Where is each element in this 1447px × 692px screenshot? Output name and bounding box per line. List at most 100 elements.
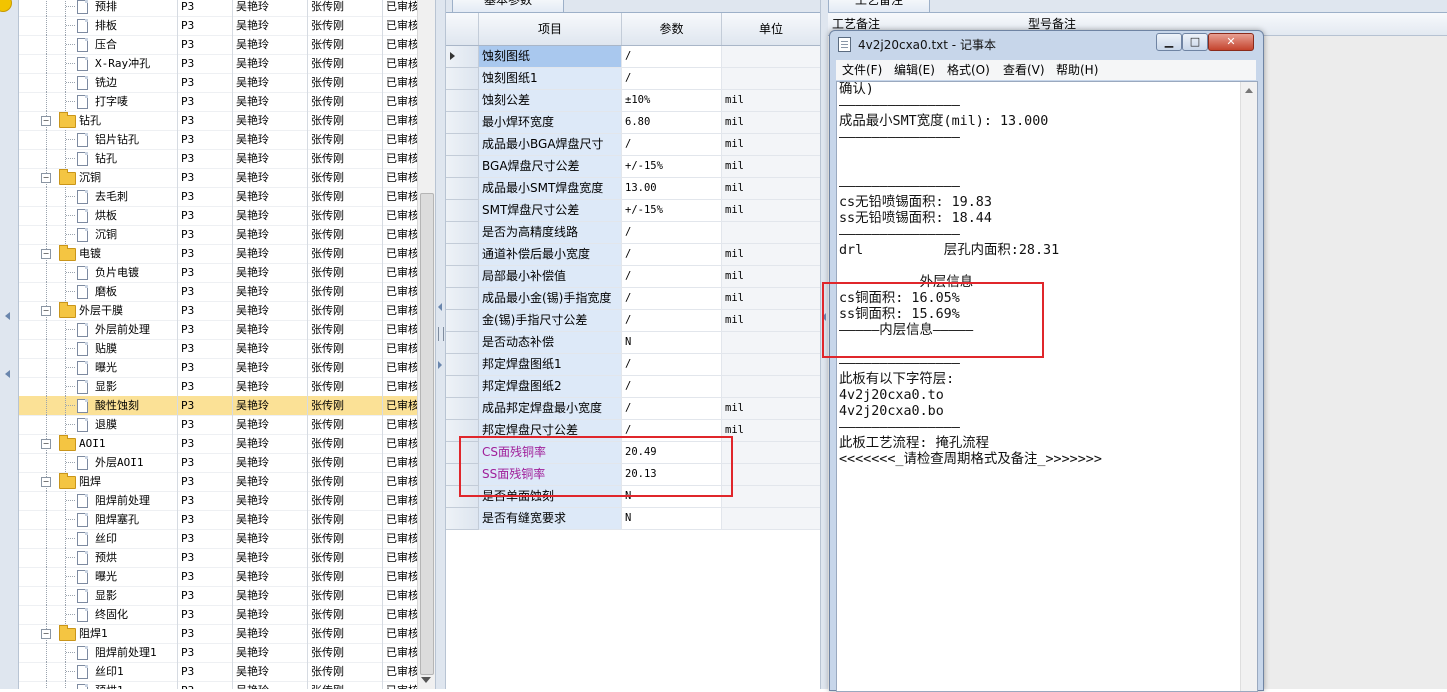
row-selector[interactable] [446, 222, 479, 244]
row-selector[interactable] [446, 288, 479, 310]
param-row[interactable]: 是否为高精度线路 / [446, 222, 821, 244]
param-unit-cell[interactable]: mil [722, 310, 821, 332]
param-item-cell[interactable]: 是否为高精度线路 [479, 222, 622, 244]
param-item-cell[interactable]: 是否有缝宽要求 [479, 508, 622, 530]
splitter-grip-icon[interactable] [438, 327, 444, 341]
collapse-toggle-icon[interactable]: − [41, 116, 51, 126]
param-row[interactable]: 蚀刻图纸 / [446, 46, 821, 68]
param-unit-cell[interactable] [722, 354, 821, 376]
scroll-up-arrow-icon[interactable] [1245, 88, 1253, 93]
tree-group-row[interactable]: − 阻焊 P3 吴艳玲 张传刚 已审核 [19, 472, 417, 492]
tree-row[interactable]: 预排 P3 吴艳玲 张传刚 已审核 [19, 0, 417, 17]
param-row[interactable]: 最小焊环宽度 6.80 mil [446, 112, 821, 134]
param-unit-cell[interactable]: mil [722, 90, 821, 112]
param-value-cell[interactable]: / [622, 288, 722, 310]
param-row[interactable]: 邦定焊盘图纸1/ [446, 354, 821, 376]
row-selector[interactable] [446, 68, 479, 90]
tree-row[interactable]: 磨板 P3 吴艳玲 张传刚 已审核 [19, 282, 417, 302]
row-selector[interactable] [446, 156, 479, 178]
param-unit-cell[interactable] [722, 508, 821, 530]
menu-view[interactable]: 查看(V) [1003, 60, 1045, 80]
param-value-cell[interactable]: N [622, 508, 722, 530]
tree-row[interactable]: 曝光 P3 吴艳玲 张传刚 已审核 [19, 358, 417, 378]
row-selector[interactable] [446, 508, 479, 530]
tree-group-row[interactable]: − 沉铜 P3 吴艳玲 张传刚 已审核 [19, 168, 417, 188]
tree-group-row[interactable]: − 钻孔 P3 吴艳玲 张传刚 已审核 [19, 111, 417, 131]
header-unit[interactable]: 单位 [722, 13, 820, 45]
collapse-toggle-icon[interactable]: − [41, 249, 51, 259]
param-row[interactable]: 金(锡)手指尺寸公差 / mil [446, 310, 821, 332]
splitter-left-arrow-icon[interactable] [438, 303, 442, 311]
tree-row[interactable]: 阻焊前处理1 P3 吴艳玲 张传刚 已审核 [19, 643, 417, 663]
collapse-toggle-icon[interactable]: − [41, 306, 51, 316]
notepad-scrollbar[interactable] [1240, 82, 1257, 691]
collapse-toggle-icon[interactable]: − [41, 477, 51, 487]
tree-row[interactable]: 退膜 P3 吴艳玲 张传刚 已审核 [19, 415, 417, 435]
close-button[interactable]: ✕ [1208, 33, 1254, 51]
minimize-button[interactable]: ▁ [1156, 33, 1182, 51]
param-value-cell[interactable]: 6.80 [622, 112, 722, 134]
row-selector[interactable] [446, 354, 479, 376]
row-selector[interactable] [446, 200, 479, 222]
tree-row[interactable]: 排板 P3 吴艳玲 张传刚 已审核 [19, 16, 417, 36]
param-value-cell[interactable]: / [622, 376, 722, 398]
tree-row[interactable]: 阻焊前处理 P3 吴艳玲 张传刚 已审核 [19, 491, 417, 511]
param-unit-cell[interactable]: mil [722, 134, 821, 156]
param-row[interactable]: 是否动态补偿 N [446, 332, 821, 354]
param-unit-cell[interactable]: mil [722, 398, 821, 420]
tree-row[interactable]: 丝印 P3 吴艳玲 张传刚 已审核 [19, 529, 417, 549]
tree-row[interactable]: 预烘 P3 吴艳玲 张传刚 已审核 [19, 548, 417, 568]
tree-scrollbar[interactable] [417, 0, 435, 689]
tree-group-row[interactable]: − 阻焊1 P3 吴艳玲 张传刚 已审核 [19, 624, 417, 644]
row-selector[interactable] [446, 332, 479, 354]
param-item-cell[interactable]: 最小焊环宽度 [479, 112, 622, 134]
notepad-content[interactable]: 确认) ——————————————— 成品最小SMT宽度(mil): 13.000… [839, 82, 1102, 468]
param-value-cell[interactable]: ±10% [622, 90, 722, 112]
param-unit-cell[interactable]: mil [722, 112, 821, 134]
param-row[interactable]: 成品最小SMT焊盘宽度 13.00 mil [446, 178, 821, 200]
row-selector[interactable] [446, 90, 479, 112]
row-selector[interactable] [446, 112, 479, 134]
param-item-cell[interactable]: 蚀刻图纸 [479, 46, 622, 68]
param-unit-cell[interactable]: mil [722, 178, 821, 200]
param-value-cell[interactable]: / [622, 222, 722, 244]
tree-row[interactable]: 负片电镀 P3 吴艳玲 张传刚 已审核 [19, 263, 417, 283]
param-row[interactable]: 是否有缝宽要求 N [446, 508, 821, 530]
collapse-arrow-icon[interactable] [5, 312, 10, 320]
param-item-cell[interactable]: 成品最小BGA焊盘尺寸 [479, 134, 622, 156]
param-value-cell[interactable]: / [622, 68, 722, 90]
param-unit-cell[interactable]: mil [722, 266, 821, 288]
menu-format[interactable]: 格式(O) [947, 60, 990, 80]
scroll-down-arrow-icon[interactable] [421, 677, 431, 683]
notepad-window[interactable]: 4v2j20cxa0.txt - 记事本 ▁ □ ✕ 文件(F) 编辑(E) 格… [829, 30, 1264, 692]
param-value-cell[interactable]: / [622, 46, 722, 68]
tree-row[interactable]: 显影 P3 吴艳玲 张传刚 已审核 [19, 377, 417, 397]
collapse-arrow-icon[interactable] [5, 370, 10, 378]
tree-row[interactable]: 打字唛 P3 吴艳玲 张传刚 已审核 [19, 92, 417, 112]
param-value-cell[interactable]: +/-15% [622, 156, 722, 178]
param-row[interactable]: 蚀刻公差 ±10% mil [446, 90, 821, 112]
header-item[interactable]: 项目 [479, 13, 622, 45]
param-unit-cell[interactable]: mil [722, 156, 821, 178]
param-unit-cell[interactable] [722, 486, 821, 508]
param-value-cell[interactable]: 13.00 [622, 178, 722, 200]
param-value-cell[interactable]: N [622, 332, 722, 354]
param-unit-cell[interactable] [722, 46, 821, 68]
row-selector[interactable] [446, 376, 479, 398]
row-selector[interactable] [446, 178, 479, 200]
param-value-cell[interactable]: / [622, 398, 722, 420]
param-item-cell[interactable]: SMT焊盘尺寸公差 [479, 200, 622, 222]
tree-row[interactable]: 预烘1 P3 吴艳玲张传刚已审核 [19, 681, 417, 689]
row-selector[interactable] [446, 398, 479, 420]
param-value-cell[interactable]: / [622, 310, 722, 332]
param-value-cell[interactable]: +/-15% [622, 200, 722, 222]
left-collapse-strip[interactable] [0, 0, 19, 689]
row-selector[interactable] [446, 244, 479, 266]
maximize-button[interactable]: □ [1182, 33, 1208, 51]
notepad-titlebar[interactable]: 4v2j20cxa0.txt - 记事本 ▁ □ ✕ [830, 31, 1263, 57]
param-item-cell[interactable]: 成品最小金(锡)手指宽度 [479, 288, 622, 310]
param-item-cell[interactable]: 邦定焊盘图纸2 [479, 376, 622, 398]
header-param[interactable]: 参数 [622, 13, 722, 45]
tree-row[interactable]: 沉铜 P3 吴艳玲 张传刚 已审核 [19, 225, 417, 245]
param-unit-cell[interactable] [722, 222, 821, 244]
